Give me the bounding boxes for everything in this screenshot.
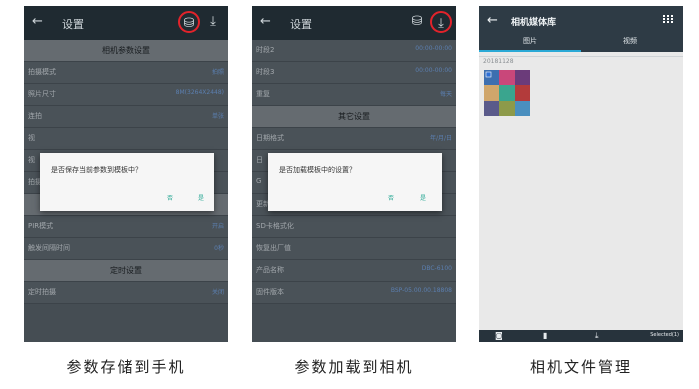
download-icon[interactable]: ⤓ [595,331,599,341]
load-to-camera-icon[interactable]: ⤓ [430,11,452,33]
tab-photos[interactable]: 图片 [523,36,537,46]
app-bar: ← 相机媒体库 图片 视频 [479,6,683,52]
save-to-phone-icon[interactable]: ⛁ [178,11,200,33]
phone-screen-load: ← 设置 ⛁ ⤓ 时段2 00:00-00:00 时段3 00:00-00:00 重复每… [252,6,456,342]
grid-view-icon[interactable] [663,15,673,23]
phone-screen-save: ← 设置 ⛁ ⤓ 相机参数设置 拍摄模式 拍照 照片尺寸 8M(3264X2448) 连拍… [24,6,228,342]
divider [479,56,683,57]
back-arrow-icon[interactable]: ← [487,13,498,28]
tab-indicator [479,50,581,52]
delete-icon[interactable]: ▮ [543,331,547,341]
screen-title: 设置 [62,18,84,31]
dialog-message: 是否保存当前参数到模板中？ [51,166,142,174]
caption-media: 相机文件管理 [529,358,632,376]
photo-thumbnail[interactable] [484,70,530,116]
back-arrow-icon[interactable]: ← [260,14,271,29]
tab-videos[interactable]: 视频 [623,36,637,46]
save-dialog: 是否保存当前参数到模板中？ 否 是 [40,153,214,211]
app-bar: ← 设置 ⛁ ⤓ [24,6,228,40]
ok-button[interactable]: 是 [198,193,204,202]
cancel-button[interactable]: 否 [388,193,394,202]
screen-title: 相机媒体库 [511,18,557,28]
caption-load: 参数加载到相机 [294,358,414,376]
camera-icon[interactable]: ◙ [495,331,503,341]
save-to-phone-icon[interactable]: ⛁ [406,11,428,33]
app-bar: ← 设置 ⛁ ⤓ [252,6,456,40]
load-dialog: 是否加载模板中的设置？ 否 是 [268,153,442,211]
back-arrow-icon[interactable]: ← [32,14,43,29]
cancel-button[interactable]: 否 [167,193,173,202]
screen-title: 设置 [290,18,312,31]
ok-button[interactable]: 是 [420,193,426,202]
caption-save: 参数存储到手机 [66,358,186,376]
download-icon[interactable]: ⤓ [202,11,224,33]
selected-count: Selected(1) [650,332,679,338]
date-group-label: 20181128 [483,58,514,65]
phone-screen-media: ← 相机媒体库 图片 视频 20181128 ◙ ▮ ⤓ Selected(1) [479,6,683,342]
dialog-message: 是否加载模板中的设置？ [279,166,356,174]
bottom-action-bar: ◙ ▮ ⤓ Selected(1) [479,330,683,342]
